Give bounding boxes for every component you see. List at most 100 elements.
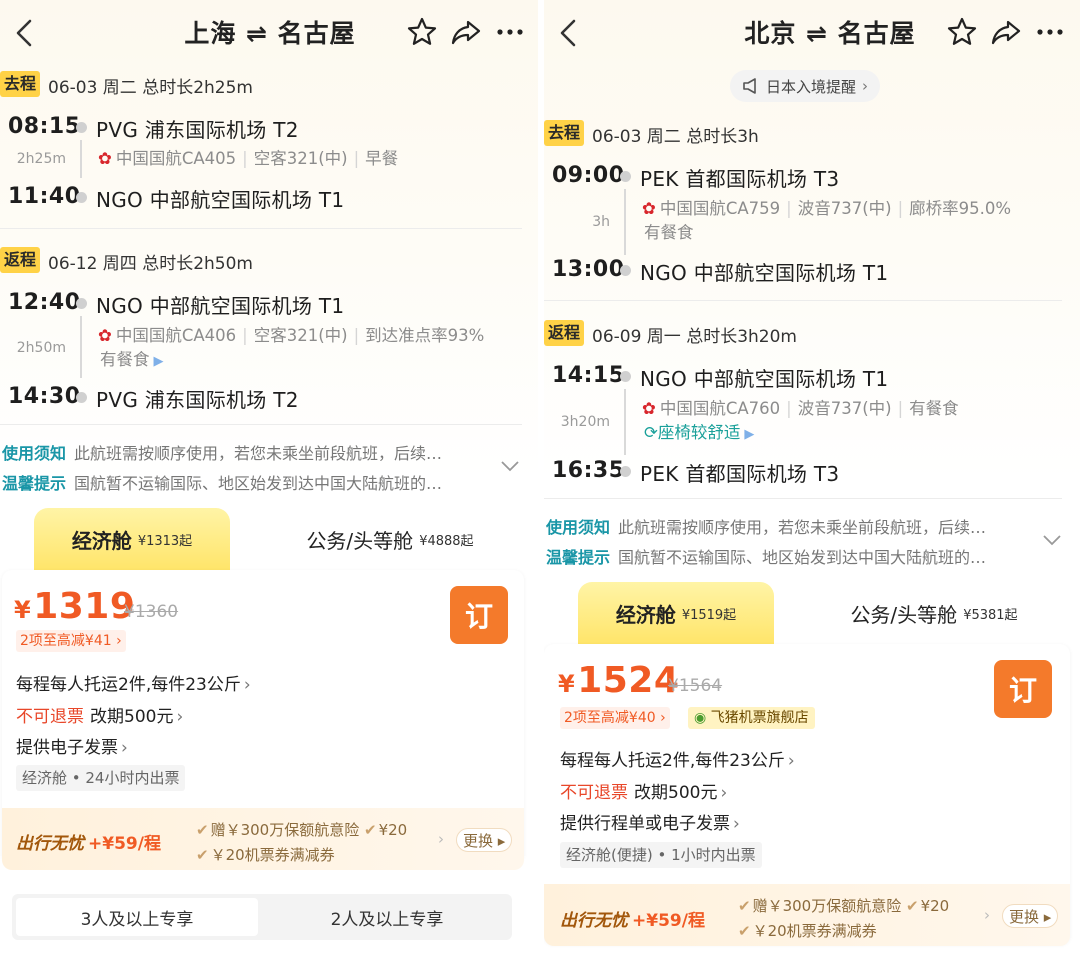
tab-3-plus[interactable]: 3人及以上专享: [16, 898, 258, 936]
more-icon[interactable]: [494, 16, 526, 48]
tab-economy[interactable]: 经济舱 ¥1519起: [578, 582, 774, 644]
air-china-logo-icon: ✿: [98, 149, 112, 168]
return-departure-airport: NGO 中部航空国际机场 T1: [96, 294, 345, 318]
outbound-duration: 2h25m: [16, 151, 66, 167]
warm-tip[interactable]: 温馨提示 国航暂不运输国际、地区始发到达中国大陆航班的…: [2, 470, 494, 494]
nav-bar: 北京 ⇌ 名古屋: [544, 0, 1080, 64]
cabin-tabs: 经济舱 ¥1519起 公务/头等舱 ¥5381起: [544, 582, 1080, 646]
return-arrival-airport: PVG 浦东国际机场 T2: [96, 388, 299, 412]
outbound-tag: 去程: [544, 120, 585, 146]
outbound-flight-info: ✿ 中国国航CA405 | 空客321(中) | 早餐: [98, 149, 399, 168]
invoice-rule[interactable]: 提供电子发票 ›: [16, 733, 128, 758]
flagship-store-badge[interactable]: ◉ 飞猪机票旗舰店: [688, 707, 815, 729]
return-departure-time: 14:15: [552, 363, 625, 388]
return-date-duration: 06-12 周四 总时长2h50m: [48, 254, 253, 274]
store-logo-icon: ◉: [694, 710, 707, 726]
outbound-arrival-airport: NGO 中部航空国际机场 T1: [96, 188, 345, 212]
group-tabs: 3人及以上专享 2人及以上专享: [12, 894, 512, 940]
insurance-title: 出行无忧 +¥59/程: [560, 911, 705, 931]
return-duration: 3h20m: [560, 414, 610, 430]
return-arrival-time: 16:35: [552, 458, 625, 483]
left-flight-panel: 上海 ⇌ 名古屋 去程 06-03 周二 总时长2h25m 08:15 PVG …: [0, 0, 540, 961]
cabin-tabs: 经济舱 ¥1313起 公务/头等舱 ¥4888起: [0, 508, 540, 572]
tab-business[interactable]: 公务/头等舱 ¥5381起: [834, 582, 1034, 644]
usage-notice[interactable]: 使用须知 此航班需按顺序使用，若您未乘坐前段航班，后续…: [546, 514, 1036, 538]
outbound-arrival-time: 13:00: [552, 257, 625, 282]
timeline-dot: [620, 265, 631, 276]
ticket-type-chip: 经济舱(便捷) • 1小时内出票: [560, 842, 762, 868]
price-original: ¥1360: [124, 602, 179, 622]
warm-tip[interactable]: 温馨提示 国航暂不运输国际、地区始发到达中国大陆航班的…: [546, 544, 1036, 568]
timeline-dot: [76, 298, 87, 309]
timeline-dot: [76, 192, 87, 203]
megaphone-icon: [743, 78, 756, 94]
promo-discount[interactable]: 2项至高减¥40 ›: [560, 707, 670, 729]
timeline-line: [80, 140, 82, 178]
return-tag: 返程: [544, 320, 585, 346]
timeline-dot: [620, 171, 631, 182]
star-icon[interactable]: [406, 16, 438, 48]
expand-arrow-icon: ▶: [744, 427, 755, 442]
insurance-benefit-1: ✔ 赠￥300万保额航意险 ✔ ¥20: [738, 897, 950, 915]
divider: [0, 228, 522, 229]
price-original: ¥1564: [668, 676, 723, 696]
timeline-dot: [76, 392, 87, 403]
outbound-duration: 3h: [592, 214, 610, 230]
outbound-date-duration: 06-03 周二 总时长3h: [592, 127, 759, 147]
refund-rule[interactable]: 不可退票 改期500元 ›: [16, 702, 183, 727]
chevron-down-icon[interactable]: [1042, 534, 1062, 546]
share-icon[interactable]: [990, 16, 1022, 48]
outbound-arrival-time: 11:40: [8, 184, 81, 209]
swap-insurance-button[interactable]: 更换 ▸: [456, 828, 513, 852]
return-meal-info[interactable]: 有餐食 ▶: [100, 348, 164, 374]
more-icon[interactable]: [1034, 16, 1066, 48]
return-flight-info: ✿ 中国国航CA406 | 空客321(中) | 到达准点率93%: [98, 326, 485, 345]
outbound-tag: 去程: [0, 71, 41, 97]
timeline-dot: [76, 122, 87, 133]
return-departure-airport: NGO 中部航空国际机场 T1: [640, 367, 889, 391]
usage-notice[interactable]: 使用须知 此航班需按顺序使用，若您未乘坐前段航班，后续…: [2, 440, 494, 464]
timeline-dot: [620, 466, 631, 477]
refund-rule[interactable]: 不可退票 改期500元 ›: [560, 778, 727, 803]
divider: [0, 424, 522, 425]
chevron-right-icon: ›: [984, 906, 990, 924]
swap-insurance-button[interactable]: 更换 ▸: [1002, 904, 1059, 928]
timeline-line: [624, 189, 626, 255]
outbound-departure-airport: PEK 首都国际机场 T3: [640, 167, 840, 191]
outbound-flight-info: ✿ 中国国航CA759 | 波音737(中) | 廊桥率95.0%: [642, 199, 1012, 218]
return-arrival-time: 14:30: [8, 384, 81, 409]
tab-economy[interactable]: 经济舱 ¥1313起: [34, 508, 230, 570]
share-icon[interactable]: [450, 16, 482, 48]
book-button[interactable]: 订: [450, 586, 508, 644]
outbound-date-duration: 06-03 周二 总时长2h25m: [48, 78, 253, 98]
baggage-rule[interactable]: 每程每人托运2件,每件23公斤 ›: [16, 670, 251, 695]
seat-comfort-info[interactable]: ⟳座椅较舒适 ▶: [644, 421, 754, 447]
insurance-benefit-2: ✔ ￥20机票券满减券: [196, 846, 335, 864]
star-icon[interactable]: [946, 16, 978, 48]
return-duration: 2h50m: [16, 340, 66, 356]
tab-business[interactable]: 公务/头等舱 ¥4888起: [290, 508, 490, 570]
invoice-rule[interactable]: 提供行程单或电子发票 ›: [560, 809, 740, 834]
timeline-line: [624, 389, 626, 455]
japan-entry-notice[interactable]: 日本入境提醒 ›: [730, 70, 881, 102]
price-current: ¥1319: [14, 586, 136, 627]
return-tag: 返程: [0, 247, 41, 273]
insurance-benefit-1: ✔ 赠￥300万保额航意险 ✔ ¥20: [196, 821, 408, 839]
book-button[interactable]: 订: [994, 660, 1052, 718]
nav-bar: 上海 ⇌ 名古屋: [0, 0, 540, 64]
air-china-logo-icon: ✿: [642, 199, 656, 218]
chevron-right-icon: ›: [438, 830, 444, 848]
chevron-down-icon[interactable]: [500, 460, 520, 472]
promo-discount[interactable]: 2项至高减¥41 ›: [16, 630, 126, 652]
outbound-departure-time: 08:15: [8, 114, 81, 139]
return-date-duration: 06-09 周一 总时长3h20m: [592, 327, 797, 347]
timeline-dot: [620, 371, 631, 382]
insurance-title: 出行无忧 +¥59/程: [16, 834, 161, 854]
return-flight-info: ✿ 中国国航CA760 | 波音737(中) | 有餐食: [642, 399, 959, 418]
tab-2-plus[interactable]: 2人及以上专享: [266, 898, 508, 936]
price-current: ¥1524: [558, 660, 680, 701]
outbound-departure-time: 09:00: [552, 163, 625, 188]
air-china-logo-icon: ✿: [98, 326, 112, 345]
baggage-rule[interactable]: 每程每人托运2件,每件23公斤 ›: [560, 746, 795, 771]
seat-icon: ⟳: [644, 423, 658, 442]
